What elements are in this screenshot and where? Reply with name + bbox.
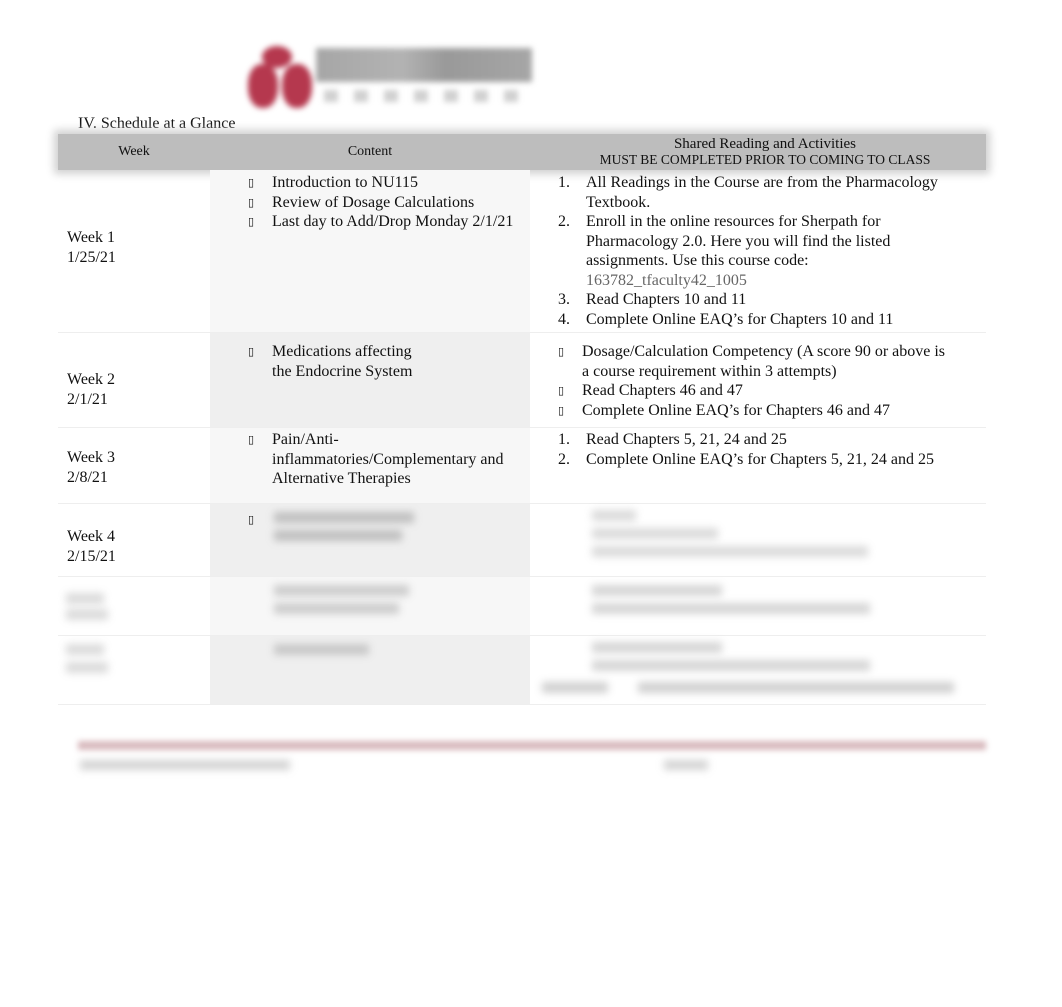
blurred-text (592, 660, 870, 671)
symbol-bullet-icon: ▯ (248, 433, 255, 446)
week-label: Week 3 (67, 449, 116, 466)
table-header-row: Week Content Shared Reading and Activiti… (58, 134, 986, 170)
blurred-text (542, 682, 608, 693)
list-item: 2. Enroll in the online resources for She… (558, 213, 891, 289)
blurred-text (592, 510, 636, 521)
content-cell: ▯ Introduction to NU115 ▯ Review of Dosage… (248, 173, 518, 232)
list-item: 1. Read Chapters 5, 21, 24 and 25 (558, 431, 787, 448)
week-label: Week 2 (67, 371, 116, 388)
blurred-text (66, 662, 108, 673)
list-item: ▯ Dosage/Calculation Competency (A score … (558, 343, 946, 380)
symbol-bullet-icon: ▯ (558, 345, 565, 358)
table-row (58, 636, 986, 705)
list-item: ▯ Complete Online EAQ’s for Chapters 46 a… (558, 401, 890, 419)
week-cell: Week 4 2/15/21 (67, 527, 116, 566)
list-item: ▯ Introduction to NU115 (248, 174, 419, 191)
list-item: ▯ Pain/Anti-inflammatories/Complementary … (248, 431, 504, 487)
blurred-text (592, 603, 870, 614)
table-row: Week 3 2/8/21 ▯ Pain/Anti-inflammatories/… (58, 428, 986, 504)
college-logo (244, 40, 536, 112)
list-item: 4. Complete Online EAQ’s for Chapters 10 … (558, 310, 894, 328)
header-shared-title: Shared Reading and Activities (673, 136, 857, 152)
shared-cell: ▯ Dosage/Calculation Competency (A score … (558, 342, 948, 420)
blurred-text (638, 682, 954, 693)
blurred-text (274, 644, 369, 655)
header-shared-subtitle: MUST BE COMPLETED PRIOR TO COMING TO CLA… (599, 152, 931, 167)
header-week: Week (118, 144, 150, 159)
content-cell: ▯ Medications affecting the Endocrine Sys… (248, 342, 418, 381)
week-cell: Week 1 1/25/21 (67, 228, 116, 267)
list-item: 3. Read Chapters 10 and 11 (558, 291, 747, 308)
content-cell: ▯ Pain/Anti-inflammatories/Complementary … (248, 430, 518, 489)
blurred-text (66, 609, 108, 620)
list-item: ▯ Medications affecting the Endocrine Sys… (248, 343, 413, 380)
week-date: 2/15/21 (67, 547, 116, 565)
footer-rule (78, 741, 986, 750)
schedule-table: Week Content Shared Reading and Activiti… (58, 134, 986, 705)
symbol-bullet-icon: ▯ (558, 384, 565, 397)
list-item: ▯ Read Chapters 46 and 47 (558, 382, 743, 399)
shared-cell: 1. Read Chapters 5, 21, 24 and 25 2. Compl… (558, 430, 948, 469)
header-content: Content (347, 144, 393, 159)
week-date: 1/25/21 (67, 248, 116, 266)
blurred-text (592, 546, 868, 557)
week-cell: Week 3 2/8/21 (67, 448, 115, 487)
symbol-bullet-icon: ▯ (248, 345, 255, 358)
symbol-bullet-icon: ▯ (558, 403, 565, 417)
course-code: 163782_tfaculty42_1005 (586, 271, 747, 289)
blurred-text (274, 603, 399, 614)
section-title: IV. Schedule at a Glance (78, 115, 236, 132)
week-cell: Week 2 2/1/21 (67, 370, 115, 409)
symbol-bullet-icon: ▯ (248, 215, 255, 228)
blurred-text (274, 530, 402, 541)
table-row: Week 1 1/25/21 ▯ Introduction to NU115 ▯ R… (58, 170, 986, 333)
list-item: 2. Complete Online EAQ’s for Chapters 5, … (558, 450, 934, 468)
week-label: Week 4 (67, 528, 116, 545)
blurred-text (274, 585, 409, 596)
blurred-text (274, 512, 414, 523)
week-date: 2/8/21 (67, 468, 108, 486)
table-row (58, 577, 986, 636)
blurred-text (592, 642, 722, 653)
table-row: Week 4 2/15/21 ▯ (58, 504, 986, 577)
blurred-text (592, 528, 718, 539)
blurred-text (66, 644, 104, 655)
week-label: Week 1 (67, 229, 116, 246)
blurred-text (66, 593, 104, 604)
footer-left-text (80, 760, 290, 770)
blurred-text (592, 585, 722, 596)
list-item: 1. All Readings in the Course are from th… (558, 174, 938, 211)
list-item: ▯ Last day to Add/Drop Monday 2/1/21 (248, 213, 514, 230)
week-date: 2/1/21 (67, 390, 108, 408)
symbol-bullet-icon: ▯ (248, 195, 255, 209)
symbol-bullet-icon: ▯ (248, 176, 255, 189)
table-row: Week 2 2/1/21 ▯ Medications affecting the… (58, 333, 986, 428)
footer-page-number (664, 760, 708, 770)
header-shared: Shared Reading and Activities MUST BE CO… (530, 136, 1000, 168)
shared-cell: 1. All Readings in the Course are from th… (558, 173, 948, 329)
list-item: ▯ Review of Dosage Calculations (248, 193, 475, 211)
symbol-bullet-icon: ▯ (248, 513, 255, 526)
